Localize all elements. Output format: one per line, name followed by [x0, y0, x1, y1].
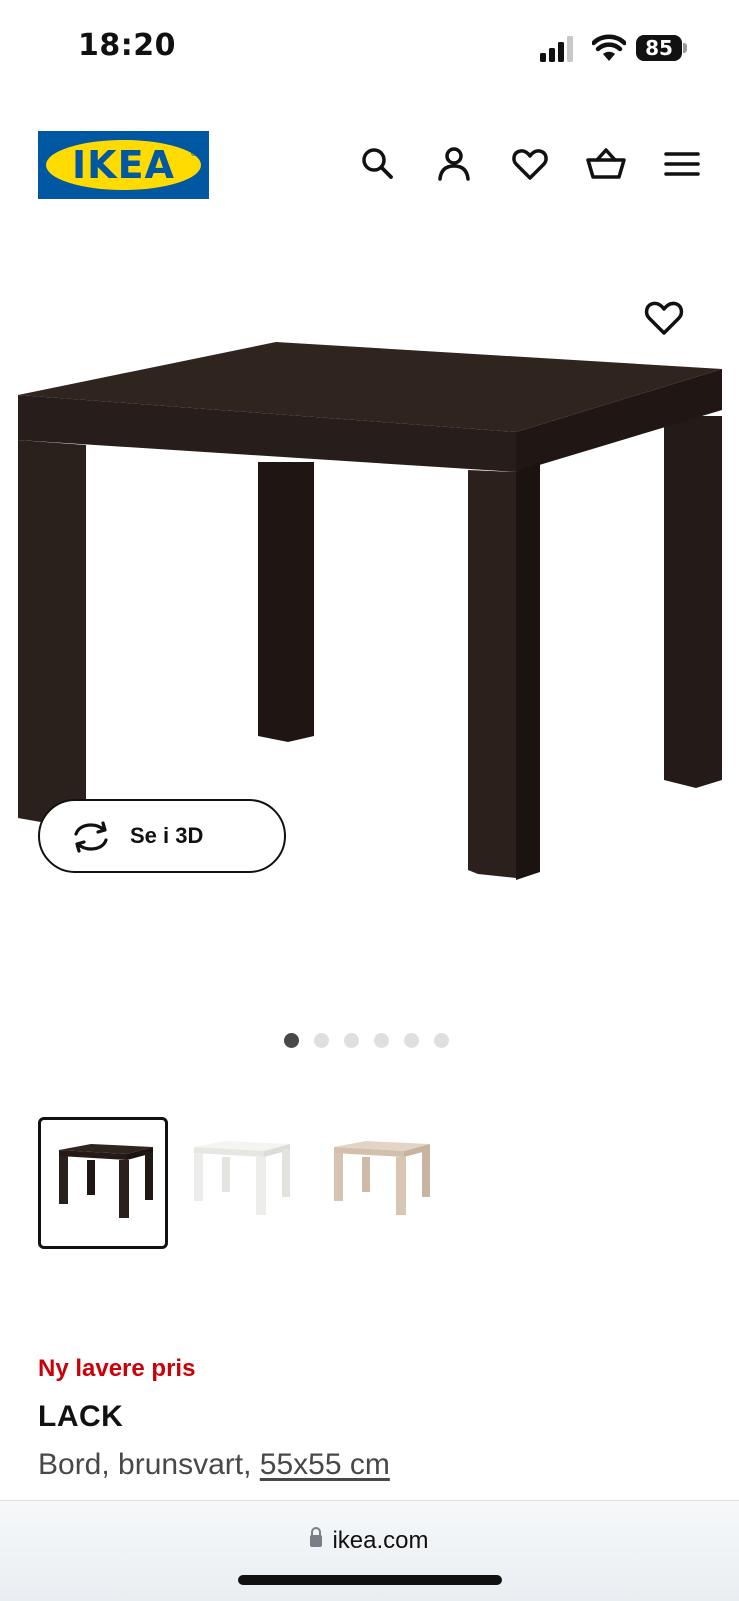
variant-brunsvart[interactable]: [38, 1117, 168, 1249]
logo-text: IKEA: [72, 143, 175, 187]
heart-icon[interactable]: [510, 144, 550, 184]
basket-icon[interactable]: [586, 144, 626, 184]
carousel-dot-5[interactable]: [404, 1033, 419, 1048]
variant-white-stained-oak[interactable]: [318, 1117, 448, 1249]
lock-icon: [310, 1527, 323, 1547]
site-header: IKEA ®: [0, 120, 739, 210]
battery-tip: [683, 43, 687, 53]
logo-registered-mark: ®: [191, 149, 197, 158]
product-size-link[interactable]: 55x55 cm: [260, 1448, 390, 1481]
battery-icon: 85: [636, 35, 688, 61]
variant-thumbnail-white: [194, 1141, 290, 1215]
table-image: [18, 342, 722, 880]
rotate-icon: [74, 821, 108, 853]
carousel-dot-3[interactable]: [344, 1033, 359, 1048]
variant-thumbnail-brunsvart: [59, 1144, 153, 1218]
variant-white[interactable]: [178, 1117, 308, 1249]
status-bar: 18:20 85: [0, 0, 739, 100]
carousel-dot-2[interactable]: [314, 1033, 329, 1048]
wifi-icon: [592, 34, 626, 61]
carousel-dot-4[interactable]: [374, 1033, 389, 1048]
status-time: 18:20: [78, 28, 176, 63]
price-tag: Ny lavere pris: [38, 1355, 196, 1382]
product-name: LACK: [38, 1400, 124, 1433]
battery-level: 85: [636, 35, 682, 61]
product-description: Bord, brunsvart, 55x55 cm: [38, 1448, 390, 1482]
variant-thumbnail-oak: [334, 1141, 430, 1215]
search-icon[interactable]: [358, 144, 398, 184]
menu-icon[interactable]: [662, 144, 702, 184]
carousel-dot-1[interactable]: [284, 1033, 299, 1048]
account-icon[interactable]: [434, 144, 474, 184]
favorite-heart-icon[interactable]: [642, 296, 686, 340]
home-indicator[interactable]: [238, 1575, 502, 1585]
ikea-logo[interactable]: IKEA ®: [38, 131, 209, 199]
carousel-dot-6[interactable]: [434, 1033, 449, 1048]
signal-icon: [540, 36, 573, 62]
url-field[interactable]: ikea.com: [0, 1527, 739, 1555]
view-3d-label: Se i 3D: [130, 823, 204, 848]
product-image[interactable]: Se i 3D: [0, 240, 739, 1000]
product-description-text: Bord, brunsvart,: [38, 1448, 260, 1481]
view-3d-button[interactable]: Se i 3D: [38, 799, 286, 873]
browser-address-bar: ikea.com: [0, 1500, 739, 1601]
url-text: ikea.com: [332, 1527, 429, 1554]
